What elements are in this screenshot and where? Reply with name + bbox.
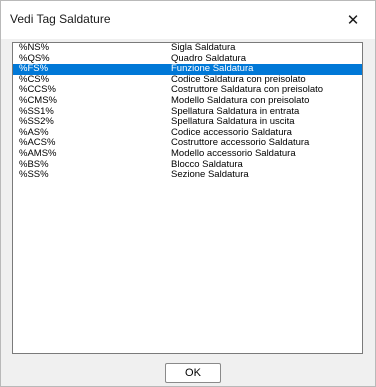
tag-code: %CMS% [19, 94, 58, 106]
list-item[interactable]: %SS% Sezione Saldatura [13, 170, 362, 181]
tag-code: %NS% [19, 42, 50, 53]
tag-description: Modello accessorio Saldatura [171, 147, 296, 159]
dialog-window: Vedi Tag Saldature ✕ %NS% Sigla Saldatura… [0, 0, 376, 387]
tag-description: Sigla Saldatura [171, 42, 236, 53]
tag-code: %AMS% [19, 147, 57, 159]
list-item[interactable]: %AMS% Modello accessorio Saldatura [13, 147, 362, 160]
tag-listbox[interactable]: %NS% Sigla Saldatura %QS% Quadro Saldatura… [12, 42, 363, 354]
dialog-title: Vedi Tag Saldature [10, 12, 111, 26]
list-item[interactable]: %NS% Sigla Saldatura [13, 43, 362, 54]
list-item[interactable]: %CMS% Modello Saldatura con preisolato [13, 94, 362, 107]
tag-description: Modello Saldatura con preisolato [171, 94, 310, 106]
tag-code: %SS% [19, 169, 49, 181]
ok-button[interactable]: OK [165, 363, 221, 383]
tag-description: Sezione Saldatura [171, 169, 249, 181]
title-bar[interactable]: Vedi Tag Saldature ✕ [1, 1, 375, 39]
close-icon[interactable]: ✕ [331, 1, 375, 39]
